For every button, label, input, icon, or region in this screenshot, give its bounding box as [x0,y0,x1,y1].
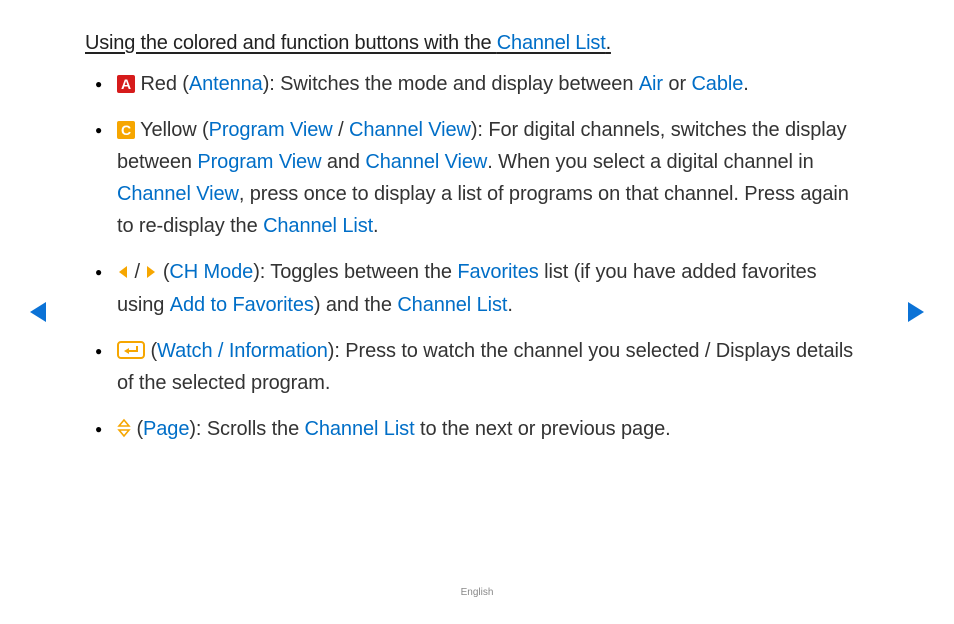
enter-button-icon [117,337,145,355]
triangle-left-icon [117,257,129,289]
text: ( [157,261,169,283]
keyword-program-view: Program View [197,151,321,173]
text: and [321,151,365,173]
list-item: (Watch / Information): Press to watch th… [117,335,869,399]
text: ( [145,340,157,362]
heading-channel-list: Channel List [497,32,606,54]
text: . When you select a digital channel in [487,151,813,173]
list-item: / (CH Mode): Toggles between the Favorit… [117,256,869,321]
keyword-add-to-favorites: Add to Favorites [170,294,314,316]
keyword-cable: Cable [691,73,743,95]
triangle-right-icon [145,257,157,289]
keyword-air: Air [639,73,663,95]
document-content: Using the colored and function buttons w… [85,28,869,459]
section-heading: Using the colored and function buttons w… [85,28,869,58]
text: / [129,261,145,283]
text: ( [131,418,143,440]
footer-language: English [0,587,954,598]
keyword-channel-view: Channel View [117,183,239,205]
text: . [373,215,378,237]
keyword-channel-list: Channel List [305,418,415,440]
keyword-channel-list: Channel List [263,215,373,237]
text: ) and the [314,294,398,316]
text: / [333,119,349,141]
text: . [743,73,748,95]
text: or [663,73,692,95]
up-down-arrows-icon [117,416,131,436]
list-item: C Yellow (Program View / Channel View): … [117,114,869,242]
previous-page-button[interactable] [28,300,48,330]
list-item: A Red (Antenna): Switches the mode and d… [117,68,869,100]
text: ): Scrolls the [189,418,304,440]
keyword-favorites: Favorites [457,261,538,283]
keyword-antenna: Antenna [189,73,263,95]
heading-text: Using the colored and function buttons w… [85,32,497,54]
bullet-list: A Red (Antenna): Switches the mode and d… [85,68,869,445]
red-a-button-icon: A [117,75,135,93]
keyword-watch-information: Watch / Information [157,340,328,362]
text: ): Toggles between the [253,261,457,283]
text: ): Switches the mode and display between [263,73,639,95]
heading-period: . [606,32,611,54]
next-page-button[interactable] [906,300,926,330]
text: Yellow ( [135,119,209,141]
keyword-channel-view: Channel View [349,119,471,141]
keyword-channel-view: Channel View [365,151,487,173]
text: to the next or previous page. [415,418,671,440]
text: . [507,294,512,316]
text: Red ( [135,73,189,95]
list-item: (Page): Scrolls the Channel List to the … [117,413,869,445]
keyword-program-view: Program View [209,119,333,141]
yellow-c-button-icon: C [117,121,135,139]
keyword-page: Page [143,418,189,440]
keyword-ch-mode: CH Mode [169,261,253,283]
keyword-channel-list: Channel List [397,294,507,316]
